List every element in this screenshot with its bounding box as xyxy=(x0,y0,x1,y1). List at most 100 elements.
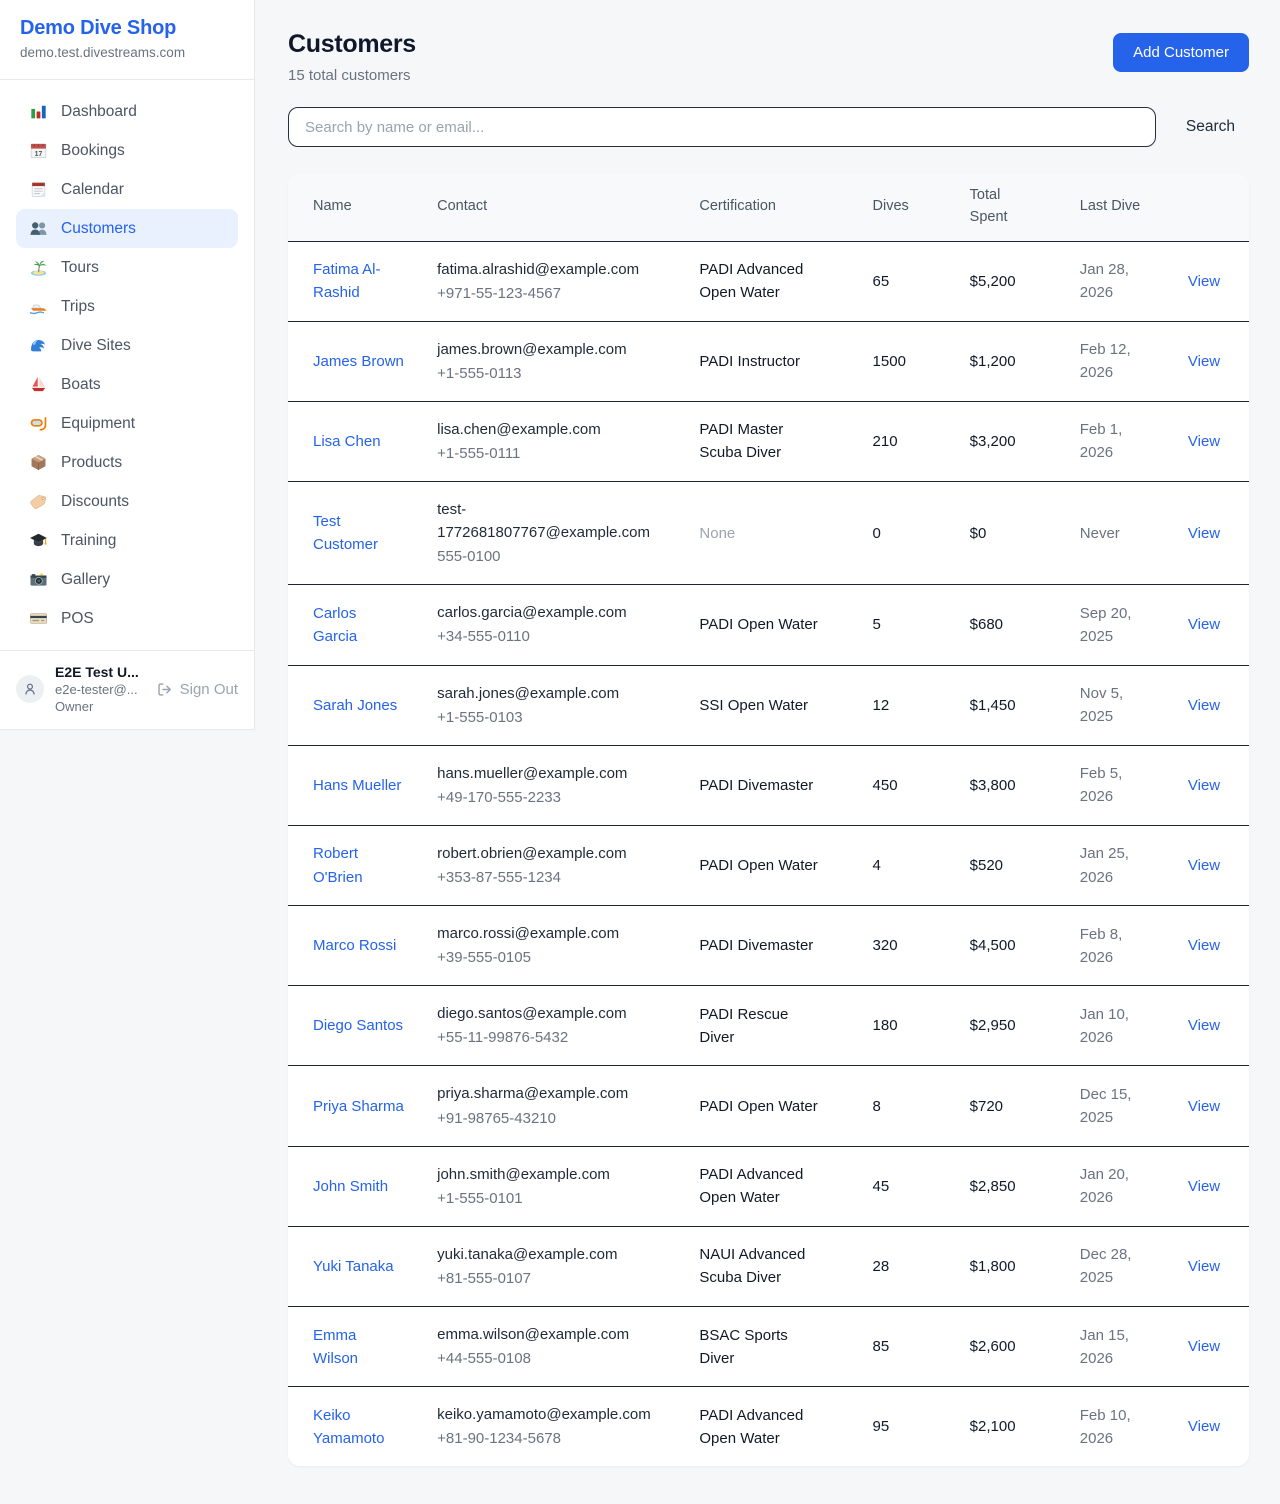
view-link[interactable]: View xyxy=(1188,1098,1220,1115)
customer-total-spent: $3,200 xyxy=(940,401,1050,481)
customer-name-link[interactable]: John Smith xyxy=(313,1178,388,1195)
table-row: Carlos Garcia carlos.garcia@example.com … xyxy=(288,585,1249,665)
customers-icon xyxy=(29,219,48,238)
search-button[interactable]: Search xyxy=(1186,118,1235,136)
sidebar-item-equipment[interactable]: Equipment xyxy=(16,404,238,443)
customer-name-link[interactable]: Keiko Yamamoto xyxy=(313,1407,384,1447)
view-link[interactable]: View xyxy=(1188,353,1220,370)
sidebar-item-pos[interactable]: POS xyxy=(16,599,238,638)
motorboat-icon xyxy=(29,297,48,316)
customer-name-link[interactable]: Emma Wilson xyxy=(313,1327,358,1367)
customer-name-link[interactable]: Carlos Garcia xyxy=(313,605,357,645)
sidebar-item-tours[interactable]: Tours xyxy=(16,248,238,287)
view-link[interactable]: View xyxy=(1188,1178,1220,1195)
sidebar-item-customers[interactable]: Customers xyxy=(16,209,238,248)
customer-last-dive: Feb 12, 2026 xyxy=(1050,321,1158,401)
sidebar-item-trips[interactable]: Trips xyxy=(16,287,238,326)
column-header-last-dive: Last Dive xyxy=(1050,173,1158,241)
sidebar-item-label: Tours xyxy=(61,259,99,277)
table-row: Keiko Yamamoto keiko.yamamoto@example.co… xyxy=(288,1387,1249,1467)
sidebar-item-products[interactable]: Products xyxy=(16,443,238,482)
view-link[interactable]: View xyxy=(1188,857,1220,874)
customer-name-link[interactable]: Yuki Tanaka xyxy=(313,1258,394,1275)
sidebar-item-bookings[interactable]: 17 Bookings xyxy=(16,131,238,170)
customer-total-spent: $0 xyxy=(940,482,1050,585)
customer-name-link[interactable]: James Brown xyxy=(313,353,404,370)
customer-name-link[interactable]: Lisa Chen xyxy=(313,433,381,450)
view-link[interactable]: View xyxy=(1188,777,1220,794)
customer-email: diego.santos@example.com xyxy=(437,1002,666,1025)
view-link[interactable]: View xyxy=(1188,433,1220,450)
customer-name-link[interactable]: Robert O'Brien xyxy=(313,845,363,885)
view-link[interactable]: View xyxy=(1188,525,1220,542)
view-link[interactable]: View xyxy=(1188,1017,1220,1034)
customer-last-dive: Jan 10, 2026 xyxy=(1050,986,1158,1066)
customer-total-spent: $1,800 xyxy=(940,1226,1050,1306)
customer-email: lisa.chen@example.com xyxy=(437,418,666,441)
customer-total-spent: $520 xyxy=(940,825,1050,905)
customer-name-link[interactable]: Fatima Al-Rashid xyxy=(313,261,381,301)
customer-name-link[interactable]: Diego Santos xyxy=(313,1017,403,1034)
sidebar-item-calendar[interactable]: Calendar xyxy=(16,170,238,209)
sidebar-item-training[interactable]: Training xyxy=(16,521,238,560)
sidebar-item-label: Calendar xyxy=(61,181,124,199)
view-link[interactable]: View xyxy=(1188,1338,1220,1355)
table-row: Sarah Jones sarah.jones@example.com +1-5… xyxy=(288,665,1249,745)
sidebar-item-label: Discounts xyxy=(61,493,129,511)
customer-email: priya.sharma@example.com xyxy=(437,1082,666,1105)
customer-total-spent: $2,850 xyxy=(940,1146,1050,1226)
customer-email: john.smith@example.com xyxy=(437,1163,666,1186)
search-input[interactable] xyxy=(288,107,1156,147)
view-link[interactable]: View xyxy=(1188,273,1220,290)
customer-name-link[interactable]: Sarah Jones xyxy=(313,697,397,714)
sidebar-item-discounts[interactable]: Discounts xyxy=(16,482,238,521)
customer-certification: PADI Open Water xyxy=(674,1066,827,1146)
sidebar-item-boats[interactable]: Boats xyxy=(16,365,238,404)
customer-total-spent: $4,500 xyxy=(940,906,1050,986)
customer-phone: +1-555-0103 xyxy=(437,706,666,729)
customer-dives: 8 xyxy=(828,1066,940,1146)
sign-out-button[interactable]: Sign Out xyxy=(156,681,238,698)
customer-last-dive: Sep 20, 2025 xyxy=(1050,585,1158,665)
view-link[interactable]: View xyxy=(1188,1418,1220,1435)
view-link[interactable]: View xyxy=(1188,937,1220,954)
sidebar-item-dive-sites[interactable]: Dive Sites xyxy=(16,326,238,365)
customer-phone: +81-90-1234-5678 xyxy=(437,1427,666,1450)
customer-name-link[interactable]: Test Customer xyxy=(313,513,378,553)
customer-last-dive: Jan 28, 2026 xyxy=(1050,241,1158,321)
table-row: Priya Sharma priya.sharma@example.com +9… xyxy=(288,1066,1249,1146)
customer-phone: +49-170-555-2233 xyxy=(437,786,666,809)
page-header-text: Customers 15 total customers xyxy=(288,30,416,84)
customer-certification: PADI Divemaster xyxy=(674,906,827,986)
sidebar-item-gallery[interactable]: Gallery xyxy=(16,560,238,599)
user-name: E2E Test U... xyxy=(55,664,145,680)
sign-out-icon xyxy=(156,681,173,698)
customer-name-link[interactable]: Hans Mueller xyxy=(313,777,401,794)
svg-text:17: 17 xyxy=(35,151,43,158)
customer-phone: +39-555-0105 xyxy=(437,946,666,969)
customer-dives: 1500 xyxy=(828,321,940,401)
view-link[interactable]: View xyxy=(1188,616,1220,633)
view-link[interactable]: View xyxy=(1188,1258,1220,1275)
customer-phone: +353-87-555-1234 xyxy=(437,866,666,889)
page-title: Customers xyxy=(288,30,416,59)
customer-certification: PADI Open Water xyxy=(674,825,827,905)
customer-certification: PADI Advanced Open Water xyxy=(674,1387,827,1467)
customer-dives: 65 xyxy=(828,241,940,321)
customer-certification: None xyxy=(674,482,827,585)
customer-phone: +34-555-0110 xyxy=(437,625,666,648)
customers-table-card: Name Contact Certification Dives Total S… xyxy=(288,173,1249,1466)
customer-email: robert.obrien@example.com xyxy=(437,842,666,865)
customer-last-dive: Never xyxy=(1050,482,1158,585)
customer-certification: PADI Instructor xyxy=(674,321,827,401)
customer-last-dive: Jan 15, 2026 xyxy=(1050,1307,1158,1387)
view-link[interactable]: View xyxy=(1188,697,1220,714)
customer-name-link[interactable]: Priya Sharma xyxy=(313,1098,404,1115)
sailboat-icon xyxy=(29,375,48,394)
table-row: Fatima Al-Rashid fatima.alrashid@example… xyxy=(288,241,1249,321)
add-customer-button[interactable]: Add Customer xyxy=(1113,33,1249,72)
customer-name-link[interactable]: Marco Rossi xyxy=(313,937,396,954)
customer-last-dive: Jan 20, 2026 xyxy=(1050,1146,1158,1226)
customer-email: james.brown@example.com xyxy=(437,338,666,361)
sidebar-item-dashboard[interactable]: Dashboard xyxy=(16,92,238,131)
